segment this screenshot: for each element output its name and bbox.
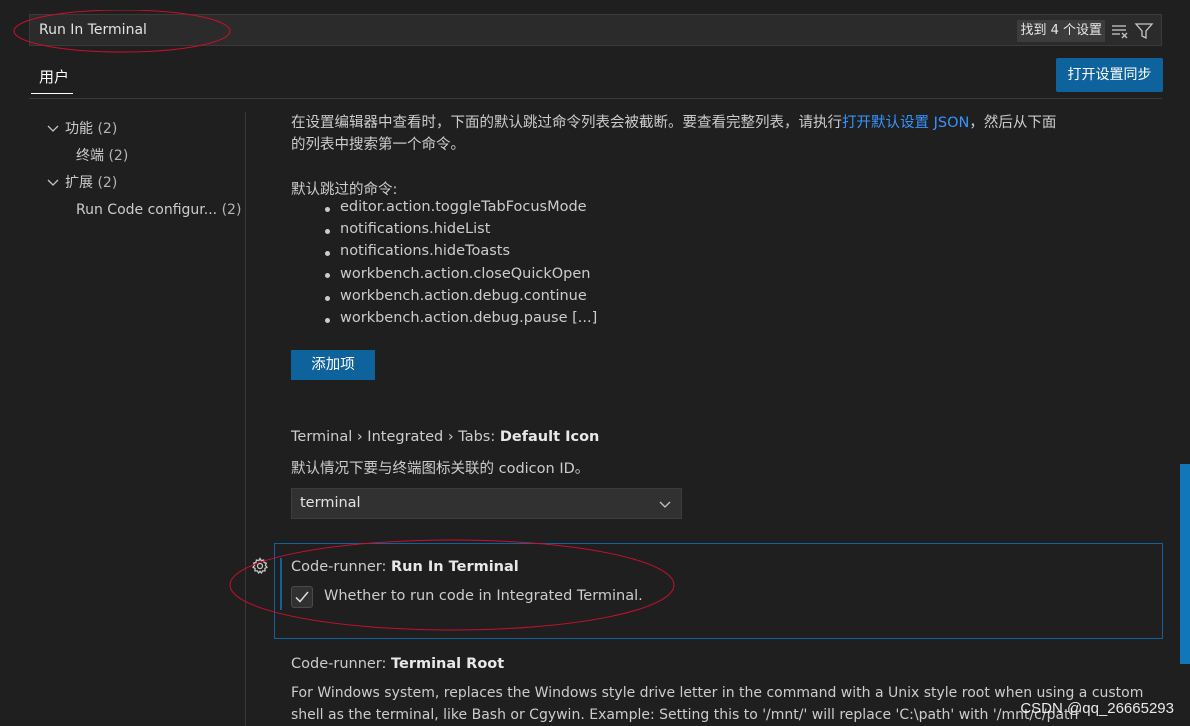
toc-item-run-code[interactable]: Run Code configur... (2)	[76, 199, 241, 221]
skip-commands-description: 在设置编辑器中查看时，下面的默认跳过命令列表会被截断。要查看完整列表，请执行打开…	[291, 115, 1057, 131]
skip-command-item: workbench.action.debug.pause [...]	[340, 310, 598, 326]
default-icon-setting-title: Terminal › Integrated › Tabs: Default Ic…	[291, 429, 600, 445]
terminal-root-description-line2: shell as the terminal, like Bash or Cgyw…	[291, 707, 1083, 723]
open-default-settings-json-link[interactable]: 打开默认设置 JSON	[842, 115, 969, 131]
checkmark-icon	[295, 591, 309, 603]
toc-item-extensions[interactable]: 扩展 (2)	[45, 172, 117, 194]
scrollbar-thumb[interactable]	[1180, 464, 1190, 664]
skip-commands-description-line2: 的列表中搜索第一个命令。	[291, 137, 465, 153]
add-item-button[interactable]: 添加项	[291, 350, 375, 380]
chevron-down-icon	[659, 501, 671, 508]
chevron-down-icon	[47, 179, 59, 186]
tab-active-indicator	[31, 93, 73, 94]
dropdown-value: terminal	[300, 495, 361, 511]
toc-item-features[interactable]: 功能 (2)	[45, 118, 117, 140]
toc-count: (2)	[221, 202, 242, 218]
terminal-root-setting-title: Code-runner: Terminal Root	[291, 656, 505, 672]
filter-icon[interactable]	[1133, 20, 1155, 42]
bullet	[325, 296, 330, 301]
toc-label: 终端	[76, 148, 104, 164]
bullet	[325, 229, 330, 234]
toc-label: 扩展	[65, 175, 93, 191]
bullet	[325, 273, 330, 278]
clear-filter-icon[interactable]	[1109, 20, 1131, 42]
modified-indicator	[280, 558, 282, 610]
skip-command-item: notifications.hideToasts	[340, 243, 510, 259]
toc-label: 功能	[65, 121, 93, 137]
run-in-terminal-setting-title: Code-runner: Run In Terminal	[291, 559, 519, 575]
turn-on-settings-sync-button[interactable]: 打开设置同步	[1056, 58, 1163, 92]
default-skip-label: 默认跳过的命令:	[291, 182, 398, 198]
skip-command-item: notifications.hideList	[340, 221, 491, 237]
settings-search-input[interactable]	[39, 22, 839, 38]
run-in-terminal-checkbox-label[interactable]: Whether to run code in Integrated Termin…	[324, 588, 643, 604]
skip-command-item: editor.action.toggleTabFocusMode	[340, 199, 587, 215]
watermark: CSDN @qq_26665293	[1020, 700, 1174, 717]
default-icon-dropdown[interactable]: terminal	[291, 488, 682, 519]
bullet	[325, 251, 330, 256]
skip-command-item: workbench.action.closeQuickOpen	[340, 266, 591, 282]
run-in-terminal-checkbox[interactable]	[291, 586, 313, 608]
settings-list: 在设置编辑器中查看时，下面的默认跳过命令列表会被截断。要查看完整列表，请执行打开…	[246, 99, 1176, 726]
toc-label: Run Code configur...	[76, 202, 218, 218]
gear-icon[interactable]	[251, 557, 269, 575]
toc-count: (2)	[108, 148, 129, 164]
bullet	[325, 318, 330, 323]
toc-count: (2)	[97, 175, 118, 191]
bullet	[325, 207, 330, 212]
skip-command-item: workbench.action.debug.continue	[340, 288, 587, 304]
terminal-root-description: For Windows system, replaces the Windows…	[291, 685, 1144, 701]
chevron-down-icon	[47, 125, 59, 132]
default-icon-description: 默认情况下要与终端图标关联的 codicon ID。	[291, 461, 590, 477]
toc-item-terminal[interactable]: 终端 (2)	[76, 145, 128, 167]
settings-search-bar[interactable]: 找到 4 个设置	[29, 14, 1162, 46]
tab-user[interactable]: 用户	[29, 66, 79, 96]
search-result-count: 找到 4 个设置	[1017, 20, 1105, 42]
toc-count: (2)	[97, 121, 118, 137]
